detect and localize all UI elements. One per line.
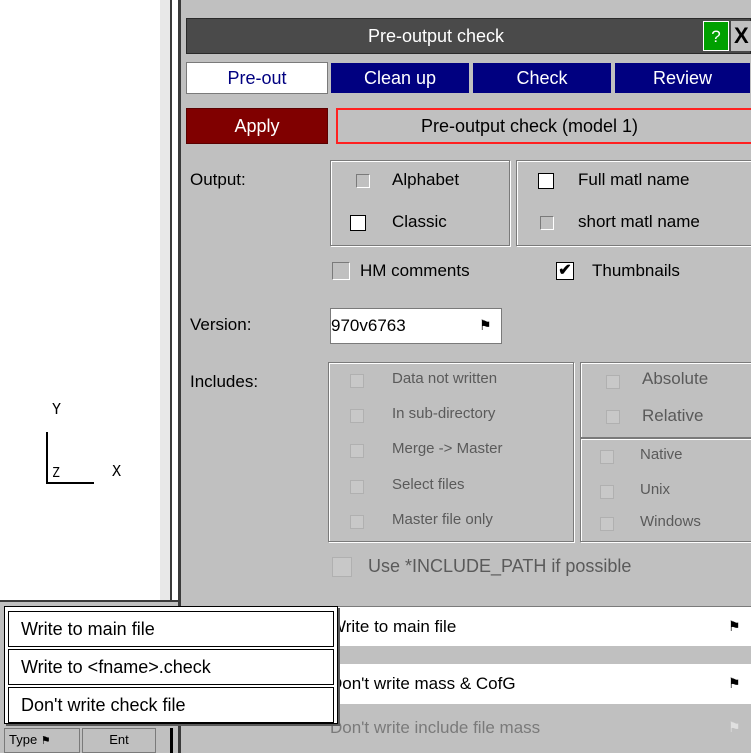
- tab-review[interactable]: Review: [614, 62, 751, 94]
- write-main-row[interactable]: Write to main file ⚑: [318, 606, 751, 646]
- native-checkbox[interactable]: [600, 450, 614, 464]
- master-only-checkbox[interactable]: [350, 515, 364, 529]
- axis-z-label: Z: [52, 466, 60, 481]
- toolbar-divider: [170, 728, 173, 753]
- flag-icon: ⚑: [728, 675, 741, 691]
- absolute-label: Absolute: [642, 369, 709, 388]
- hm-comments-checkbox[interactable]: [332, 262, 350, 280]
- mass-cofg-row[interactable]: Don't write mass & CofG ⚑: [318, 664, 751, 704]
- include-path-checkbox[interactable]: [332, 557, 352, 577]
- version-label: Version:: [190, 315, 252, 334]
- write-main-label: Write to main file: [330, 617, 457, 636]
- short-matl-label: short matl name: [578, 212, 700, 231]
- axis-y-label: Y: [52, 400, 62, 418]
- flag-icon: ⚑: [728, 719, 741, 735]
- checkmark-icon: ✔: [558, 262, 572, 279]
- unix-checkbox[interactable]: [600, 485, 614, 499]
- short-matl-checkbox[interactable]: [540, 216, 554, 230]
- master-only-label: Master file only: [392, 511, 493, 528]
- relative-checkbox[interactable]: [606, 410, 620, 424]
- thumbnails-checkbox[interactable]: ✔: [556, 262, 574, 280]
- ent-button[interactable]: Ent: [82, 728, 156, 753]
- flag-icon: ⚑: [40, 735, 51, 747]
- absolute-checkbox[interactable]: [606, 375, 620, 389]
- include-mass-label: Don't write include file mass: [330, 718, 541, 737]
- type-label: Type: [9, 732, 38, 747]
- select-files-checkbox[interactable]: [350, 480, 364, 494]
- status-text: Pre-output check (model 1): [336, 108, 751, 144]
- type-button[interactable]: Type ⚑: [4, 728, 80, 753]
- bottom-left-line: [0, 600, 178, 602]
- full-matl-checkbox[interactable]: [538, 173, 554, 189]
- version-value: 970v6763: [331, 316, 406, 335]
- classic-label: Classic: [392, 212, 447, 231]
- flag-icon: ⚑: [728, 618, 741, 634]
- hm-comments-label: HM comments: [360, 261, 470, 280]
- merge-master-label: Merge -> Master: [392, 440, 503, 457]
- alphabet-checkbox[interactable]: [356, 174, 370, 188]
- flag-icon: ⚑: [479, 317, 492, 333]
- axis-x-label: X: [112, 462, 122, 480]
- tab-check[interactable]: Check: [472, 62, 612, 94]
- merge-master-checkbox[interactable]: [350, 444, 364, 458]
- apply-button[interactable]: Apply: [186, 108, 328, 144]
- windows-checkbox[interactable]: [600, 517, 614, 531]
- output-label: Output:: [190, 170, 246, 189]
- includes-label: Includes:: [190, 372, 259, 391]
- select-files-label: Select files: [392, 476, 465, 493]
- full-matl-label: Full matl name: [578, 170, 690, 189]
- viewport-border: [170, 0, 172, 600]
- help-button[interactable]: ?: [703, 21, 729, 51]
- alphabet-label: Alphabet: [392, 170, 460, 189]
- axis-y-line: [46, 432, 48, 484]
- unix-label: Unix: [640, 481, 671, 498]
- ent-label: Ent: [109, 732, 129, 747]
- axis-x-line: [46, 482, 94, 484]
- windows-label: Windows: [640, 513, 701, 530]
- sub-directory-checkbox[interactable]: [350, 409, 364, 423]
- data-not-written-label: Data not written: [392, 370, 498, 387]
- tab-pre-out[interactable]: Pre-out: [186, 62, 328, 94]
- viewport-edge: [160, 0, 170, 600]
- thumbnails-label: Thumbnails: [592, 261, 680, 280]
- tab-clean-up[interactable]: Clean up: [330, 62, 470, 94]
- sub-directory-label: In sub-directory: [392, 405, 496, 422]
- native-label: Native: [640, 446, 683, 463]
- include-path-label: Use *INCLUDE_PATH if possible: [368, 556, 632, 576]
- menu-item-no-check[interactable]: Don't write check file: [8, 687, 334, 723]
- relative-label: Relative: [642, 406, 704, 425]
- viewport: [0, 0, 170, 600]
- version-selector[interactable]: 970v6763 ⚑: [330, 308, 502, 344]
- close-button[interactable]: X: [731, 21, 751, 51]
- mass-cofg-label: Don't write mass & CofG: [330, 674, 516, 693]
- include-mass-row[interactable]: Don't write include file mass ⚑: [318, 708, 751, 748]
- menu-item-write-main[interactable]: Write to main file: [8, 611, 334, 647]
- data-not-written-checkbox[interactable]: [350, 374, 364, 388]
- classic-checkbox[interactable]: [350, 215, 366, 231]
- menu-item-write-check[interactable]: Write to <fname>.check: [8, 649, 334, 685]
- panel-title: Pre-output check: [367, 26, 505, 46]
